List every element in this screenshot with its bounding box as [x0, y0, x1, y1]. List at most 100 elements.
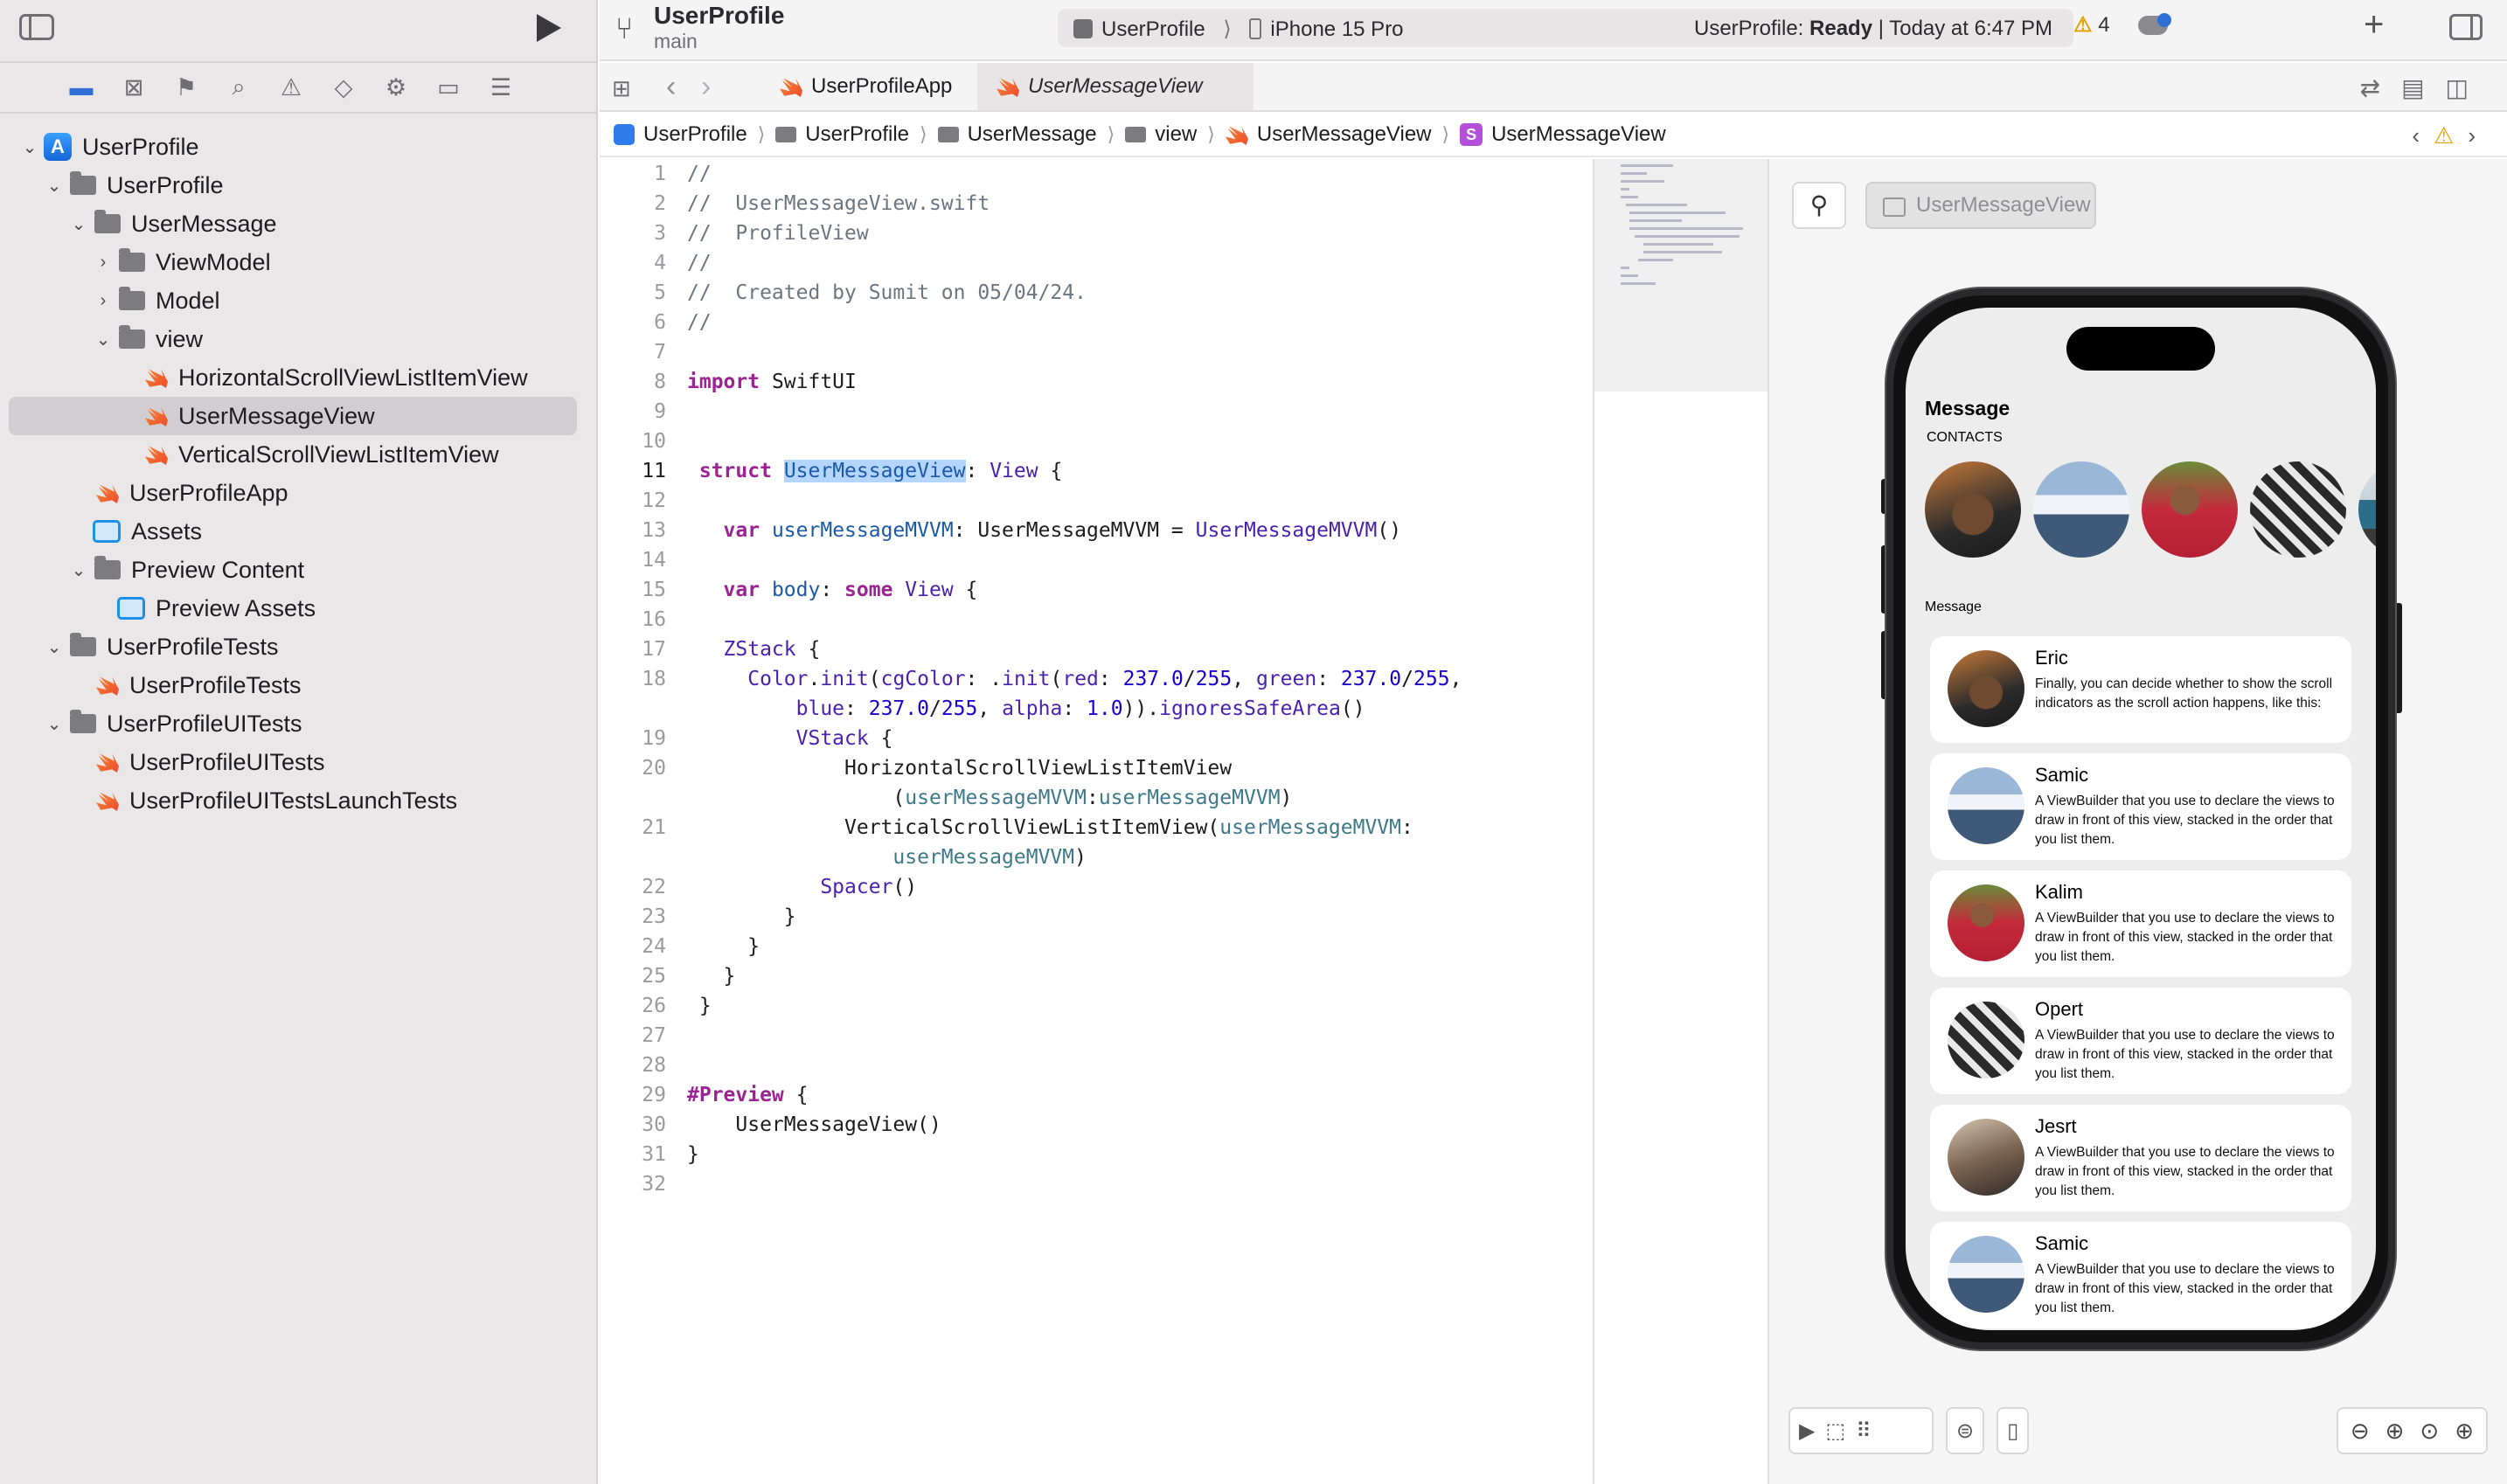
chevron-down-icon[interactable]: ⌄ [44, 713, 65, 735]
message-card[interactable]: Eric Finally, you can decide whether to s… [1930, 636, 2351, 743]
code-line[interactable] [687, 397, 1462, 426]
tree-item[interactable]: UserProfileUITests [9, 743, 577, 781]
tree-item[interactable]: ⌄ Preview Content [9, 551, 577, 589]
tree-item[interactable]: ⌄ UserMessage [9, 205, 577, 243]
message-card[interactable]: Kalim A ViewBuilder that you use to decla… [1930, 870, 2351, 977]
code-line[interactable] [687, 1051, 1462, 1080]
zoom-out-icon[interactable]: ⊖ [2351, 1418, 2370, 1445]
related-items-icon[interactable]: ⊞ [612, 75, 631, 102]
forward-icon[interactable]: › [701, 70, 711, 104]
tree-item[interactable]: UserProfileApp [9, 474, 577, 512]
phone-screen[interactable]: Message CONTACTS Message Eric Finally, yo… [1906, 308, 2376, 1330]
breadcrumb-folder[interactable]: UserProfile [775, 122, 909, 147]
code-line[interactable]: blue: 237.0/255, alpha: 1.0)).ignoresSaf… [687, 694, 1462, 724]
message-card[interactable]: Samic A ViewBuilder that you use to decla… [1930, 1222, 2351, 1328]
code-line[interactable]: Spacer() [687, 872, 1462, 902]
breadcrumb-project[interactable]: UserProfile [614, 122, 747, 147]
message-card[interactable]: Opert A ViewBuilder that you use to decla… [1930, 988, 2351, 1094]
tree-item[interactable]: HorizontalScrollViewListItemView [9, 358, 577, 397]
code-line[interactable]: } [687, 991, 1462, 1021]
scheme-selector[interactable]: UserProfile ⟩ iPhone 15 Pro [1073, 17, 1404, 42]
message-card[interactable]: Jesrt A ViewBuilder that you use to decla… [1930, 1105, 2351, 1211]
selectable-mode-icon[interactable]: ⬚ [1825, 1418, 1845, 1444]
zoom-fit-icon[interactable]: ⊙ [2420, 1418, 2439, 1445]
code-line[interactable] [687, 337, 1462, 367]
chevron-down-icon[interactable]: ⌄ [44, 175, 65, 197]
contact-avatar[interactable] [1925, 461, 2021, 558]
chevron-down-icon[interactable]: ⌄ [68, 559, 89, 581]
code-line[interactable]: // Created by Sumit on 05/04/24. [687, 278, 1462, 308]
editor-options[interactable]: ⇄▤◫ [2360, 73, 2490, 102]
preview-chip[interactable]: UserMessageView [1865, 182, 2096, 229]
find-icon[interactable]: ⌕ [224, 73, 253, 102]
editor-options-icon[interactable]: ▤ [2401, 74, 2445, 101]
add-icon[interactable]: + [2364, 5, 2384, 45]
contact-avatar[interactable] [2033, 461, 2129, 558]
breadcrumb-folder[interactable]: UserMessage [937, 122, 1097, 147]
variants-icon[interactable]: ⠿ [1856, 1418, 1872, 1444]
chevron-down-icon[interactable]: ⌄ [93, 329, 114, 350]
zoom-actual-icon[interactable]: ⊕ [2455, 1418, 2474, 1445]
chevron-right-icon[interactable]: › [93, 253, 114, 273]
split-editor-icon[interactable]: ◫ [2446, 74, 2490, 101]
code-line[interactable]: } [687, 932, 1462, 961]
bookmark-icon[interactable]: ⚑ [171, 73, 201, 102]
breakpoint-icon[interactable]: ▭ [434, 73, 463, 102]
live-mode-icon[interactable]: ▶ [1799, 1418, 1815, 1444]
warnings-badge[interactable]: ⚠ 4 [2073, 12, 2110, 38]
branch-icon[interactable]: ⑂ [615, 12, 633, 46]
test-icon[interactable]: ◇ [329, 73, 358, 102]
device-button[interactable]: ▯ [1997, 1407, 2030, 1454]
tree-item[interactable]: UserProfileTests [9, 666, 577, 704]
message-list[interactable]: Eric Finally, you can decide whether to s… [1930, 636, 2351, 1330]
code-line[interactable]: HorizontalScrollViewListItemView [687, 753, 1462, 783]
code-line[interactable]: VStack { [687, 724, 1462, 753]
code-text[interactable]: // // UserMessageView.swift// ProfileView… [687, 159, 1462, 1199]
tree-item[interactable]: ⌄ UserProfileTests [9, 628, 577, 666]
code-line[interactable] [687, 1021, 1462, 1051]
tree-item[interactable]: Assets [9, 512, 577, 551]
tab-userprofileapp[interactable]: UserProfileApp [760, 63, 971, 110]
tree-item[interactable]: UserProfileUITestsLaunchTests [9, 781, 577, 820]
tree-item[interactable]: ⌄ UserProfile [9, 166, 577, 205]
code-line[interactable] [687, 605, 1462, 635]
contact-avatar[interactable] [2142, 461, 2238, 558]
contact-avatar[interactable] [2250, 461, 2346, 558]
contacts-scroll[interactable] [1925, 461, 2376, 558]
code-line[interactable]: } [687, 961, 1462, 991]
code-line[interactable]: // UserMessageView.swift [687, 189, 1462, 218]
back-icon[interactable]: ‹ [666, 70, 676, 104]
tree-item[interactable]: ⌄ UserProfileUITests [9, 704, 577, 743]
code-line[interactable]: (userMessageMVVM:userMessageMVVM) [687, 783, 1462, 813]
swap-icon[interactable]: ⇄ [2360, 74, 2401, 101]
code-line[interactable] [687, 486, 1462, 516]
breadcrumb-folder[interactable]: view [1125, 122, 1197, 147]
cloud-status-icon[interactable] [2138, 13, 2171, 35]
contact-avatar[interactable] [2358, 461, 2376, 558]
source-editor[interactable]: 1 2 3 4 5 6 7 8 9 10 11 12 13 14 15 16 17 18 19 20 21 22 23 24 2… [600, 159, 1593, 1484]
code-line[interactable] [687, 1169, 1462, 1199]
code-line[interactable]: } [687, 1140, 1462, 1169]
chevron-down-icon[interactable]: ⌄ [68, 213, 89, 235]
chevron-right-icon[interactable]: › [93, 291, 114, 311]
run-icon[interactable] [537, 14, 561, 42]
debug-icon[interactable]: ⚙ [381, 73, 411, 102]
code-line[interactable]: } [687, 902, 1462, 932]
code-line[interactable]: ZStack { [687, 635, 1462, 664]
source-control-icon[interactable]: ⊠ [119, 73, 149, 102]
chevron-down-icon[interactable]: ⌄ [44, 636, 65, 658]
inspector-toggle-icon[interactable] [2449, 14, 2483, 40]
code-line[interactable]: // [687, 248, 1462, 278]
code-line[interactable] [687, 426, 1462, 456]
breadcrumb-symbol[interactable]: S UserMessageView [1460, 122, 1666, 147]
tree-item[interactable]: › Model [9, 281, 577, 320]
code-line[interactable]: VerticalScrollViewListItemView(userMessa… [687, 813, 1462, 843]
breadcrumb-file[interactable]: UserMessageView [1225, 122, 1432, 147]
previous-issue-icon[interactable]: ‹ [2412, 122, 2434, 149]
tree-item[interactable]: ⌄ view [9, 320, 577, 358]
code-line[interactable]: // ProfileView [687, 218, 1462, 248]
tree-item[interactable]: ⌄ A UserProfile [9, 128, 577, 166]
chevron-down-icon[interactable]: ⌄ [19, 136, 40, 158]
tab-usermessageview[interactable]: UserMessageView [977, 63, 1254, 110]
code-line[interactable]: struct UserMessageView: View { [687, 456, 1462, 486]
